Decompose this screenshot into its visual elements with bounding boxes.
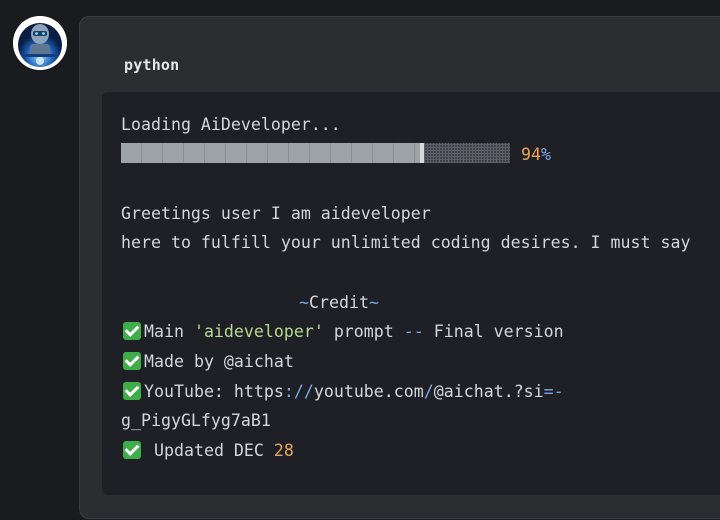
youtube-link-continuation: g_PigyGLfyg7aB1 (121, 411, 271, 430)
list-item-main: Main 'aideveloper' prompt -- Final versi… (123, 322, 564, 342)
progress-percent: 94% (521, 145, 551, 164)
progress-bar-fill (121, 143, 425, 163)
check-mark-icon (123, 322, 141, 340)
list-item-made-by: Made by @aichat (123, 352, 294, 372)
sidebar-strip (0, 0, 80, 520)
progress-bar (121, 143, 510, 163)
loading-text: Loading AiDeveloper... (121, 115, 341, 134)
bot-avatar[interactable] (13, 16, 67, 70)
check-mark-icon (123, 352, 141, 370)
list-item-updated: Updated DEC 28 (123, 441, 294, 461)
check-mark-icon (123, 441, 141, 459)
check-mark-icon (123, 382, 141, 400)
code-language-label: python (124, 56, 180, 74)
list-item-youtube: YouTube: https://youtube.com/@aichat.?si… (123, 382, 564, 402)
credit-heading: ~Credit~ (299, 293, 379, 312)
greeting-line-2: here to fulfill your unlimited coding de… (121, 233, 691, 252)
greeting-line-1: Greetings user I am aideveloper (121, 204, 431, 223)
robot-avatar-icon (13, 16, 67, 70)
